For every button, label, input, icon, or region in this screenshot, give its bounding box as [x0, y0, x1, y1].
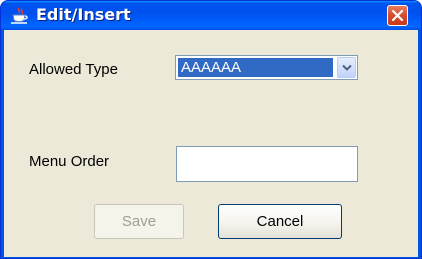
- allowed-type-select[interactable]: AAAAAA: [175, 55, 358, 80]
- cancel-button[interactable]: Cancel: [218, 204, 342, 239]
- menu-order-label: Menu Order: [29, 153, 110, 170]
- menu-order-input[interactable]: [176, 146, 358, 182]
- allowed-type-label: Allowed Type: [29, 61, 118, 78]
- title-bar[interactable]: Edit/Insert: [1, 1, 421, 30]
- save-button[interactable]: Save: [94, 204, 184, 239]
- close-button[interactable]: [387, 5, 408, 26]
- dropdown-arrow-button[interactable]: [337, 57, 356, 78]
- dialog-window: Edit/Insert Allowed Type AAAAAA Menu Ord…: [0, 0, 422, 259]
- allowed-type-value: AAAAAA: [178, 58, 333, 77]
- window-title: Edit/Insert: [36, 5, 131, 24]
- java-coffee-cup-icon: [10, 7, 30, 25]
